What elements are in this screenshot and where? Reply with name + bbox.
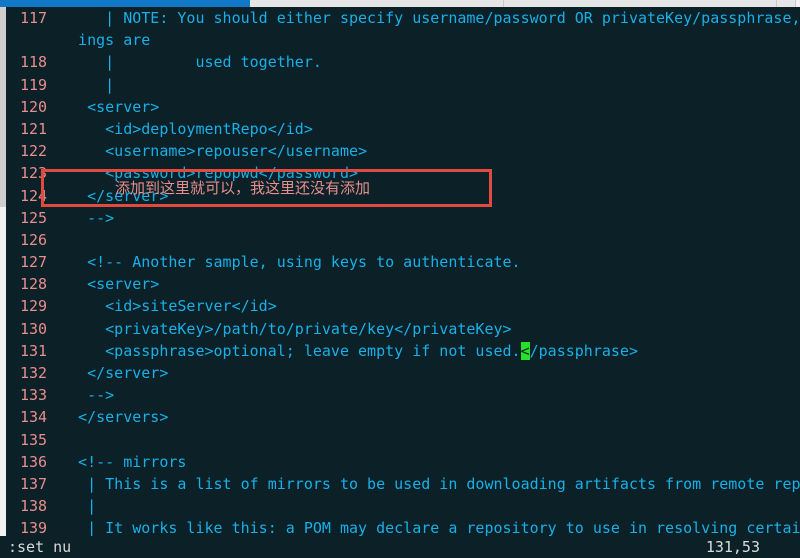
editor-line[interactable]: 121 <id>deploymentRepo</id> [6, 118, 800, 140]
editor-line[interactable]: 138 | [6, 495, 800, 517]
line-number: 117 [20, 9, 48, 27]
editor-line[interactable]: 137 | This is a list of mirrors to be us… [6, 473, 800, 495]
line-number: 130 [20, 319, 48, 338]
line-content: ings are [60, 31, 151, 50]
line-number: 135 [20, 430, 48, 449]
line-number: 137 [20, 474, 48, 493]
tab-1[interactable] [250, 0, 504, 7]
line-content: <privateKey>/path/to/private/key</privat… [60, 319, 512, 338]
line-number: 134 [20, 408, 48, 427]
line-number: 133 [20, 386, 48, 405]
status-command: :set nu [8, 538, 72, 556]
line-number: 129 [20, 297, 48, 316]
editor-line[interactable]: 134 </servers> [6, 406, 800, 428]
line-content: | This is a list of mirrors to be used i… [60, 474, 800, 493]
editor-line[interactable]: 133 --> [6, 384, 800, 406]
line-content [60, 229, 800, 251]
editor-line[interactable]: 125 --> [6, 207, 800, 229]
line-content: --> [60, 208, 115, 227]
line-content: | [60, 497, 97, 516]
line-content: | used together. [60, 53, 322, 72]
editor-line[interactable]: 132 </server> [6, 362, 800, 384]
line-content: <!-- Another sample, using keys to authe… [60, 253, 521, 272]
line-number: 123 [20, 164, 48, 183]
line-content: <server> [60, 97, 160, 116]
line-number: 120 [20, 97, 48, 116]
cursor-position-indicator: 131,53 [705, 538, 760, 556]
line-number: 131 [20, 341, 48, 360]
line-content: <!-- mirrors [60, 452, 187, 471]
line-content: | [60, 75, 115, 94]
line-content: <server> [60, 275, 160, 294]
line-number: 132 [20, 364, 48, 382]
editor-line[interactable]: 129 <id>siteServer</id> [6, 295, 800, 317]
line-content [60, 429, 800, 451]
editor-line[interactable]: 120 <server> [6, 96, 800, 118]
line-number: 128 [20, 275, 48, 294]
editor-line[interactable]: 136 <!-- mirrors [6, 451, 800, 473]
tab-3[interactable] [777, 0, 796, 7]
editor-text-area[interactable]: 117 | NOTE: You should either specify us… [6, 7, 800, 536]
line-number: 125 [20, 208, 48, 227]
line-content: <username>repouser</username> [60, 142, 368, 161]
status-line: :set nu 131,53 [0, 536, 800, 558]
line-content: --> [60, 386, 115, 405]
editor-line[interactable]: 122 <username>repouser</username> [6, 140, 800, 162]
tab-2[interactable] [504, 0, 777, 7]
line-content-after-cursor: /passphrase> [529, 341, 638, 360]
line-number: 127 [20, 253, 48, 272]
line-content: <id>siteServer</id> [60, 297, 277, 316]
line-content: | NOTE: You should either specify userna… [60, 9, 800, 27]
text-cursor: < [520, 341, 530, 360]
annotation-text: 添加到这里就可以，我这里还没有添加 [115, 179, 371, 197]
editor-line[interactable]: 127 <!-- Another sample, using keys to a… [6, 251, 800, 273]
editor-line[interactable]: 128 <server> [6, 273, 800, 295]
editor-line[interactable]: 117 | NOTE: You should either specify us… [6, 7, 800, 29]
line-content: </server> [60, 364, 169, 382]
editor-line[interactable]: 135 [6, 429, 800, 451]
editor-wrapped-line[interactable]: ings are [6, 29, 800, 51]
line-number: 122 [20, 142, 48, 161]
editor-line[interactable]: 119 | [6, 74, 800, 96]
line-number: 124 [20, 186, 48, 205]
editor-line[interactable]: 131 <passphrase>optional; leave empty if… [6, 340, 800, 362]
editor-line[interactable]: 126 [6, 229, 800, 251]
line-number: 121 [20, 119, 48, 138]
line-content: </servers> [60, 408, 169, 427]
editor-line[interactable]: 130 <privateKey>/path/to/private/key</pr… [6, 318, 800, 340]
line-number: 139 [20, 519, 48, 536]
tab-0[interactable] [0, 0, 250, 7]
line-number: 118 [20, 53, 48, 72]
line-number [6, 29, 60, 51]
editor-line[interactable]: 118 | used together. [6, 51, 800, 73]
line-number: 136 [20, 452, 48, 471]
line-content: <passphrase>optional; leave empty if not… [60, 340, 800, 362]
tab-bar [0, 0, 800, 7]
line-content: | It works like this: a POM may declare … [60, 519, 800, 536]
editor-line[interactable]: 139 | It works like this: a POM may decl… [6, 517, 800, 536]
vim-editor-window: 117 | NOTE: You should either specify us… [0, 0, 800, 558]
line-content: <id>deploymentRepo</id> [60, 119, 313, 138]
line-content-before-cursor: <passphrase>optional; leave empty if not… [60, 341, 521, 360]
line-number: 126 [20, 230, 48, 249]
line-number: 119 [20, 75, 48, 94]
line-number: 138 [20, 497, 48, 516]
